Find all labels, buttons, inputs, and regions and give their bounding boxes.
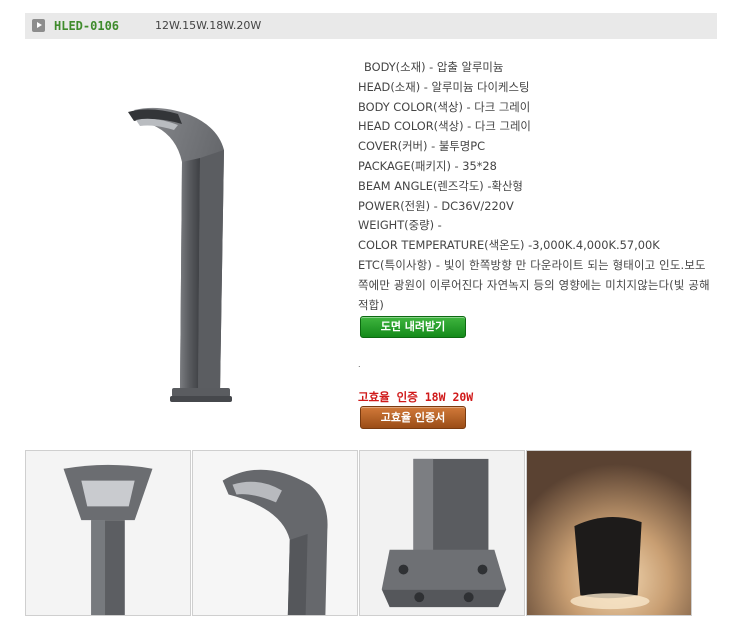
thumbnail-head-front[interactable] [25,450,191,616]
high-efficiency-title: 고효율 인증 18W 20W [358,390,474,404]
spec-power: POWER(전원) - DC36V/220V [358,198,514,213]
thumbnail-head-side[interactable] [192,450,358,616]
spec-head: HEAD(소재) - 알루미늄 다이케스팅 [358,79,530,94]
spec-package: PACKAGE(패키지) - 35*28 [358,158,497,173]
spec-head-color: HEAD COLOR(색상) - 다크 그레이 [358,119,531,134]
certificate-button[interactable]: 고효율 인증서 [360,406,466,429]
thumbnail-base[interactable] [359,450,525,616]
thumbnail-night-glow[interactable] [526,450,692,616]
bollard-light-icon [128,107,232,402]
spec-weight: WEIGHT(중량) - [358,218,442,233]
separator-dot: . [358,360,361,369]
play-icon [32,19,45,32]
lamp-head-front-icon [26,451,190,615]
spec-cover: COVER(커버) - 불투명PC [358,139,486,154]
spec-color-temperature: COLOR TEMPERATURE(색온도) -3,000K.4,000K.57… [358,238,660,253]
spec-etc: ETC(특이사항) - 빛이 한쪽방향 만 다운라이트 되는 형태이고 인도.보… [358,257,710,312]
spec-beam-angle: BEAM ANGLE(렌즈각도) -확산형 [358,178,523,193]
lamp-night-glow-icon [527,451,691,615]
drawing-download-button[interactable]: 도면 내려받기 [360,316,466,338]
spec-body: BODY(소재) - 압출 알루미늄 [364,60,504,74]
lamp-base-icon [360,451,524,615]
lamp-head-side-icon [193,451,357,615]
model-code: HLED-0106 [54,19,120,33]
wattage-options: 12W.15W.18W.20W [155,19,262,32]
spec-list: BODY(소재) - 압출 알루미늄 HEAD(소재) - 알루미늄 다이케스팅… [358,58,718,315]
product-header: HLED-0106 12W.15W.18W.20W [25,13,717,39]
product-image [120,100,250,410]
spec-body-color: BODY COLOR(색상) - 다크 그레이 [358,99,531,114]
